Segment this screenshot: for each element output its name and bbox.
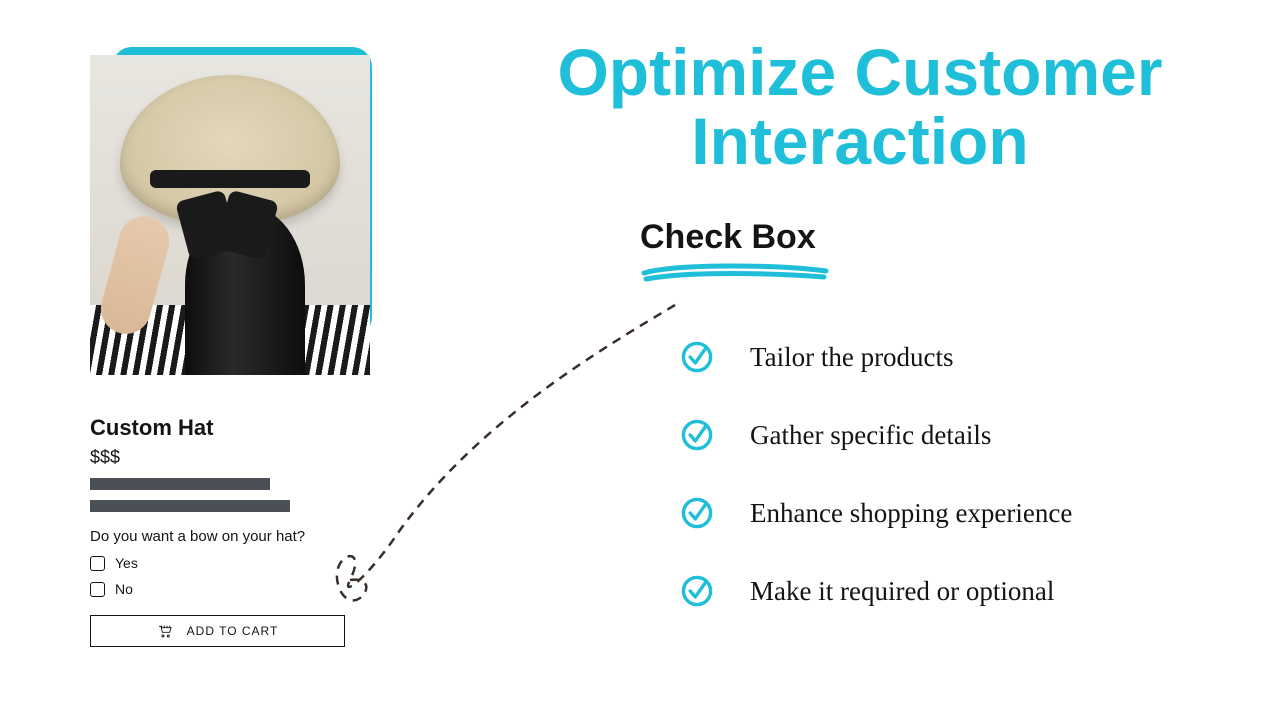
hat-band-graphic — [150, 170, 310, 188]
benefit-item: Enhance shopping experience — [680, 496, 1072, 530]
product-image — [90, 55, 370, 375]
placeholder-bar — [90, 500, 290, 512]
benefit-text: Enhance shopping experience — [750, 498, 1072, 529]
subhead-block: Check Box — [640, 218, 830, 290]
checkmark-circle-icon — [680, 574, 714, 608]
add-to-cart-button[interactable]: ADD TO CART — [90, 615, 345, 647]
checkbox-label: No — [115, 581, 133, 597]
product-card: Custom Hat $$$ Do you want a bow on your… — [90, 55, 370, 647]
underline-decoration — [640, 263, 830, 285]
product-price: $$$ — [90, 447, 370, 468]
headline: Optimize Customer Interaction — [470, 38, 1250, 177]
benefit-item: Tailor the products — [680, 340, 1072, 374]
benefit-item: Make it required or optional — [680, 574, 1072, 608]
checkmark-circle-icon — [680, 340, 714, 374]
product-title: Custom Hat — [90, 415, 370, 441]
placeholder-bar — [90, 478, 270, 490]
checkbox-option-yes[interactable]: Yes — [90, 555, 370, 571]
benefit-item: Gather specific details — [680, 418, 1072, 452]
checkbox-icon[interactable] — [90, 582, 105, 597]
checkbox-label: Yes — [115, 555, 138, 571]
product-info: Custom Hat $$$ Do you want a bow on your… — [90, 415, 370, 647]
checkmark-circle-icon — [680, 418, 714, 452]
benefit-text: Make it required or optional — [750, 576, 1054, 607]
checkbox-icon[interactable] — [90, 556, 105, 571]
subhead: Check Box — [640, 218, 830, 257]
checkmark-circle-icon — [680, 496, 714, 530]
cart-icon — [157, 624, 173, 638]
benefit-text: Gather specific details — [750, 420, 991, 451]
checkbox-option-no[interactable]: No — [90, 581, 370, 597]
benefit-text: Tailor the products — [750, 342, 954, 373]
product-question: Do you want a bow on your hat? — [90, 528, 370, 545]
benefit-list: Tailor the products Gather specific deta… — [680, 340, 1072, 652]
add-to-cart-label: ADD TO CART — [187, 624, 279, 638]
